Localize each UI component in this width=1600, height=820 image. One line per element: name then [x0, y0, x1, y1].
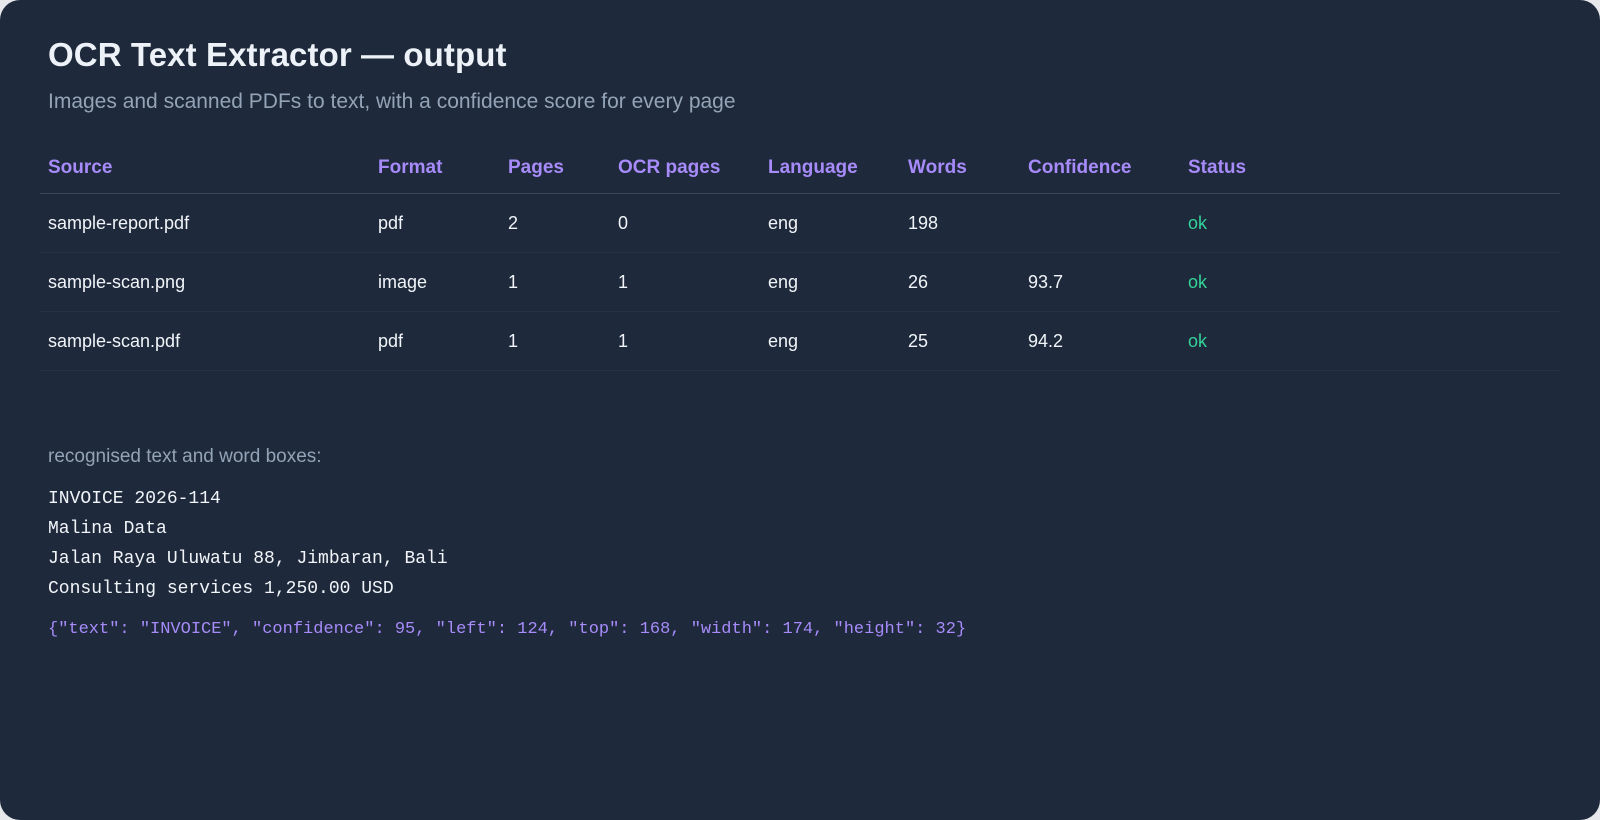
cell-status: ok [1188, 271, 1208, 292]
cell-language: eng [768, 271, 799, 292]
table-body: sample-report.pdf pdf 2 0 eng 198 ok sam… [40, 194, 1560, 371]
page-title: OCR Text Extractor — output [48, 36, 507, 73]
word-box-json: {"text": "INVOICE", "confidence": 95, "l… [48, 620, 967, 639]
cell-format: pdf [378, 330, 404, 351]
column-header-pages: Pages [508, 157, 564, 178]
cell-confidence: 93.7 [1028, 271, 1064, 292]
output-panel: OCR Text Extractor — output Images and s… [0, 0, 1600, 820]
column-header-confidence: Confidence [1028, 157, 1132, 178]
cell-words: 26 [908, 271, 929, 292]
column-header-format: Format [378, 157, 443, 178]
cell-ocr-pages: 0 [618, 212, 629, 233]
cell-ocr-pages: 1 [618, 330, 629, 351]
cell-words: 25 [908, 330, 929, 351]
cell-format: image [378, 271, 428, 292]
cell-pages: 1 [508, 271, 519, 292]
page-subtitle: Images and scanned PDFs to text, with a … [48, 90, 736, 113]
cell-language: eng [768, 212, 799, 233]
column-header-ocr-pages: OCR pages [618, 157, 721, 178]
cell-words: 198 [908, 212, 939, 233]
recognised-text-line: Malina Data [48, 519, 167, 539]
column-header-status: Status [1188, 157, 1247, 178]
recognised-text-block: INVOICE 2026-114 Malina Data Jalan Raya … [48, 484, 448, 604]
cell-ocr-pages: 1 [618, 271, 629, 292]
cell-language: eng [768, 330, 799, 351]
table-row: sample-report.pdf pdf 2 0 eng 198 ok [40, 194, 1560, 253]
cell-status: ok [1188, 212, 1208, 233]
recognised-text-line: INVOICE 2026-114 [48, 489, 221, 509]
recognised-text-line: Consulting services 1,250.00 USD [48, 579, 394, 599]
cell-source: sample-report.pdf [48, 212, 190, 233]
cell-confidence: 94.2 [1028, 330, 1064, 351]
recognised-text-line: Jalan Raya Uluwatu 88, Jimbaran, Bali [48, 549, 448, 569]
cell-source: sample-scan.pdf [48, 330, 181, 351]
column-header-language: Language [768, 157, 858, 178]
extraction-label: recognised text and word boxes: [48, 446, 322, 467]
table-row: sample-scan.png image 1 1 eng 26 93.7 ok [40, 253, 1560, 312]
column-header-words: Words [908, 157, 967, 178]
results-table: Source Format Pages OCR pages Language W… [40, 152, 1560, 371]
cell-pages: 2 [508, 212, 519, 233]
cell-source: sample-scan.png [48, 271, 186, 292]
table-row: sample-scan.pdf pdf 1 1 eng 25 94.2 ok [40, 312, 1560, 371]
cell-status: ok [1188, 330, 1208, 351]
column-header-source: Source [48, 157, 113, 178]
cell-pages: 1 [508, 330, 519, 351]
table-header-row: Source Format Pages OCR pages Language W… [40, 152, 1560, 194]
cell-format: pdf [378, 212, 404, 233]
